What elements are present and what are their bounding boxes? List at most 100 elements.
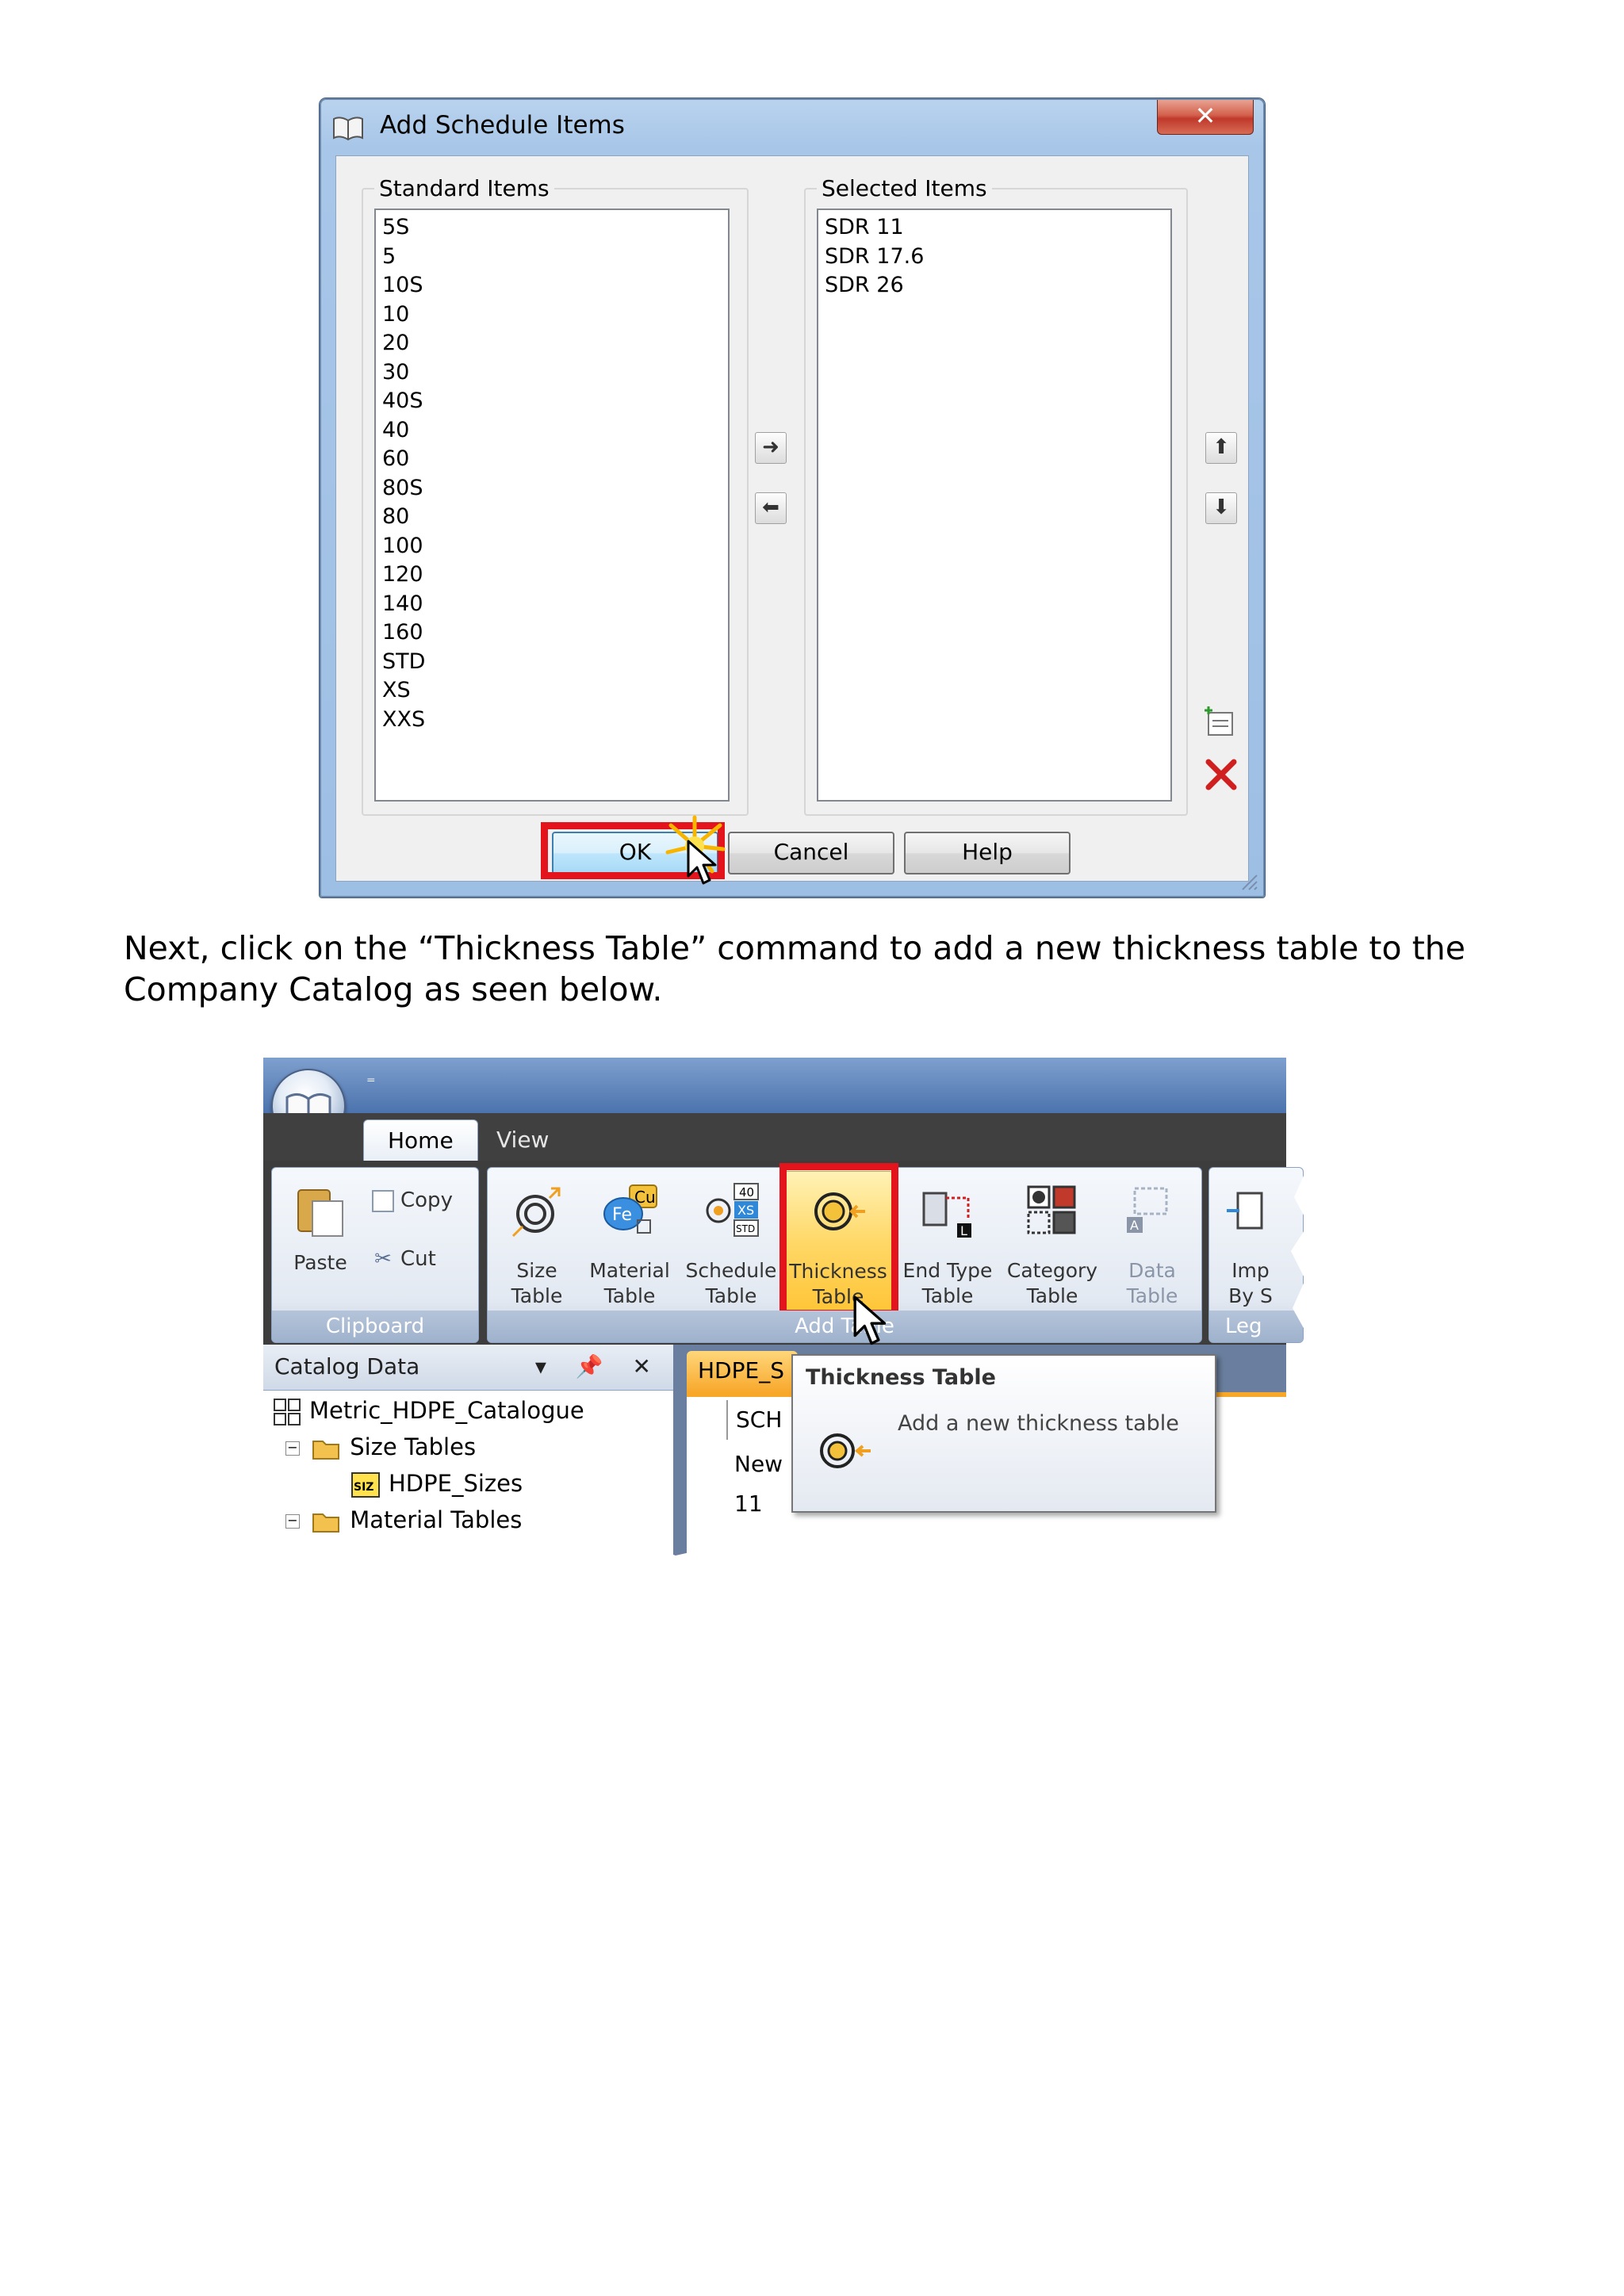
import-icon <box>1227 1192 1263 1230</box>
tab-home[interactable]: Home <box>363 1119 478 1162</box>
thickness-table-tooltip: Thickness Table Add a new thickness tabl… <box>791 1354 1216 1513</box>
app-titlebar <box>263 1058 1286 1113</box>
standard-list-item[interactable]: 5 <box>382 243 722 272</box>
tree-item-material-tables[interactable]: − Material Tables <box>285 1503 522 1536</box>
schedule-table-icon: 40 XS STD <box>706 1183 759 1237</box>
remove-item-button[interactable]: ⬅ <box>755 492 787 524</box>
grid-cell-new[interactable]: New <box>726 1445 783 1484</box>
size-table-icon <box>511 1187 561 1238</box>
delete-item-button[interactable] <box>1204 757 1239 792</box>
folder-open-icon <box>312 1513 340 1533</box>
add-table-caption: Add Table <box>488 1311 1201 1342</box>
schedule-table-button[interactable]: 40 XS STD Schedule Table <box>681 1171 781 1312</box>
standard-list-item[interactable]: 60 <box>382 445 722 474</box>
copy-icon <box>372 1189 394 1212</box>
standard-list-item[interactable]: 10S <box>382 271 722 300</box>
cancel-button[interactable]: Cancel <box>728 832 894 874</box>
standard-list-item[interactable]: 30 <box>382 358 722 388</box>
import-by-button[interactable]: Imp By S <box>1212 1171 1289 1312</box>
selected-list-item[interactable]: SDR 11 <box>825 213 1164 243</box>
siz-label: SIZ <box>354 1481 373 1494</box>
category-table-icon <box>1027 1185 1076 1234</box>
collapse-icon: − <box>285 1514 300 1529</box>
arrow-left-icon: ⬅ <box>762 496 779 519</box>
tab-hdpe-sizes[interactable]: HDPE_S <box>687 1351 798 1392</box>
catalog-app-screenshot: ⁼ Home View Paste Copy ✂ Cut Clipboard S… <box>263 1058 1310 1565</box>
selected-list-item[interactable]: SDR 17.6 <box>825 243 1164 272</box>
material-table-button[interactable]: Cu Fe Material Table <box>581 1171 678 1312</box>
catalog-data-pane: Catalog Data ▾ 📌 ✕ Metric_HDPE_Catalogue… <box>263 1345 676 1565</box>
scissors-icon: ✂ <box>374 1247 392 1271</box>
catalog-grid-icon <box>274 1399 301 1425</box>
close-button[interactable]: ✕ <box>1157 100 1254 135</box>
standard-items-list[interactable]: 5S 5 10S 10 20 30 40S 40 60 80S 80 100 120 140 160 STD X… <box>374 209 730 802</box>
arrow-up-icon: ⬆ <box>1212 435 1230 459</box>
tooltip-title: Thickness Table <box>806 1365 996 1390</box>
import-group: Imp By S Leg <box>1208 1167 1304 1343</box>
clipboard-caption: Clipboard <box>272 1311 478 1342</box>
paste-icon <box>297 1189 343 1237</box>
arrow-down-icon: ⬇ <box>1212 496 1230 519</box>
selected-list-item[interactable]: SDR 26 <box>825 271 1164 300</box>
fe-label: Fe <box>612 1205 632 1225</box>
dialog-title: Add Schedule Items <box>380 111 625 140</box>
standard-list-item[interactable]: XS <box>382 676 722 706</box>
selected-items-group: Selected Items SDR 11 SDR 17.6 SDR 26 <box>804 175 1188 816</box>
thickness-table-highlight <box>779 1163 898 1317</box>
help-button[interactable]: Help <box>904 832 1071 874</box>
grid-cell-11[interactable]: 11 <box>726 1484 763 1524</box>
resize-grip-icon[interactable] <box>1238 871 1258 891</box>
standard-items-label: Standard Items <box>374 175 554 201</box>
standard-list-item[interactable]: 140 <box>382 590 722 619</box>
standard-list-item[interactable]: 80 <box>382 503 722 532</box>
instruction-paragraph: Next, click on the “Thickness Table” com… <box>124 929 1465 1008</box>
thickness-table-icon <box>820 1433 871 1468</box>
grid-header-sch: SCH <box>726 1400 782 1440</box>
ribbon-body: Paste Copy ✂ Cut Clipboard Size Table Cu… <box>263 1161 1304 1345</box>
size-table-button[interactable]: Size Table <box>492 1171 581 1312</box>
standard-list-item[interactable]: 120 <box>382 561 722 590</box>
quick-access-toolbar-icon[interactable]: ⁼ <box>366 1073 376 1093</box>
standard-list-item[interactable]: 5S <box>382 213 722 243</box>
category-table-button[interactable]: Category Table <box>1000 1171 1105 1312</box>
data-table-button[interactable]: A Data Table <box>1106 1171 1198 1312</box>
l-label: L <box>960 1223 967 1238</box>
paste-button[interactable]: Paste <box>277 1171 364 1312</box>
cut-button[interactable]: ✂ Cut <box>372 1247 436 1271</box>
mouse-cursor-icon <box>687 840 717 885</box>
tree-item-hdpe-sizes[interactable]: SIZ HDPE_Sizes <box>350 1467 523 1500</box>
close-icon: ✕ <box>1194 101 1216 131</box>
pane-title: Catalog Data <box>274 1353 420 1380</box>
standard-list-item[interactable]: STD <box>382 648 722 677</box>
new-item-button[interactable] <box>1204 705 1239 740</box>
selected-items-list[interactable]: SDR 11 SDR 17.6 SDR 26 <box>817 209 1172 802</box>
standard-list-item[interactable]: 160 <box>382 618 722 648</box>
data-table-icon: A <box>1127 1187 1168 1233</box>
standard-list-item[interactable]: 80S <box>382 474 722 503</box>
copy-button[interactable]: Copy <box>372 1188 453 1212</box>
move-down-button[interactable]: ⬇ <box>1205 492 1237 524</box>
ribbon-tab-bar: Home View <box>263 1113 1286 1162</box>
standard-list-item[interactable]: 40S <box>382 387 722 416</box>
tree-item-catalogue[interactable]: Metric_HDPE_Catalogue <box>273 1394 584 1427</box>
add-schedule-items-dialog: Add Schedule Items ✕ Standard Items 5S 5 1… <box>320 98 1265 897</box>
standard-items-group: Standard Items 5S 5 10S 10 20 30 40S 40 60 80S 80 1… <box>362 175 749 816</box>
tooltip-description: Add a new thickness table <box>898 1411 1179 1436</box>
end-type-table-button[interactable]: L End Type Table <box>897 1171 998 1312</box>
tab-view[interactable]: View <box>473 1119 573 1162</box>
standard-list-item[interactable]: 10 <box>382 300 722 330</box>
collapse-icon: − <box>285 1441 300 1456</box>
dialog-client-area: Standard Items 5S 5 10S 10 20 30 40S 40 60 80S 80 1… <box>335 155 1249 885</box>
dialog-titlebar[interactable]: Add Schedule Items ✕ <box>321 100 1263 155</box>
import-caption: Leg <box>1209 1311 1303 1342</box>
standard-list-item[interactable]: 100 <box>382 532 722 561</box>
standard-list-item[interactable]: XXS <box>382 706 722 735</box>
tree-item-size-tables[interactable]: − Size Tables <box>285 1430 476 1464</box>
move-up-button[interactable]: ⬆ <box>1205 432 1237 464</box>
pane-tools-icon[interactable]: ▾ 📌 ✕ <box>535 1345 662 1389</box>
standard-list-item[interactable]: 20 <box>382 329 722 358</box>
standard-list-item[interactable]: 40 <box>382 416 722 446</box>
add-item-button[interactable]: ➜ <box>755 432 787 464</box>
add-table-group: Size Table Cu Fe Material Table 40 XS ST… <box>487 1163 1202 1343</box>
end-type-table-icon: L <box>922 1192 971 1238</box>
